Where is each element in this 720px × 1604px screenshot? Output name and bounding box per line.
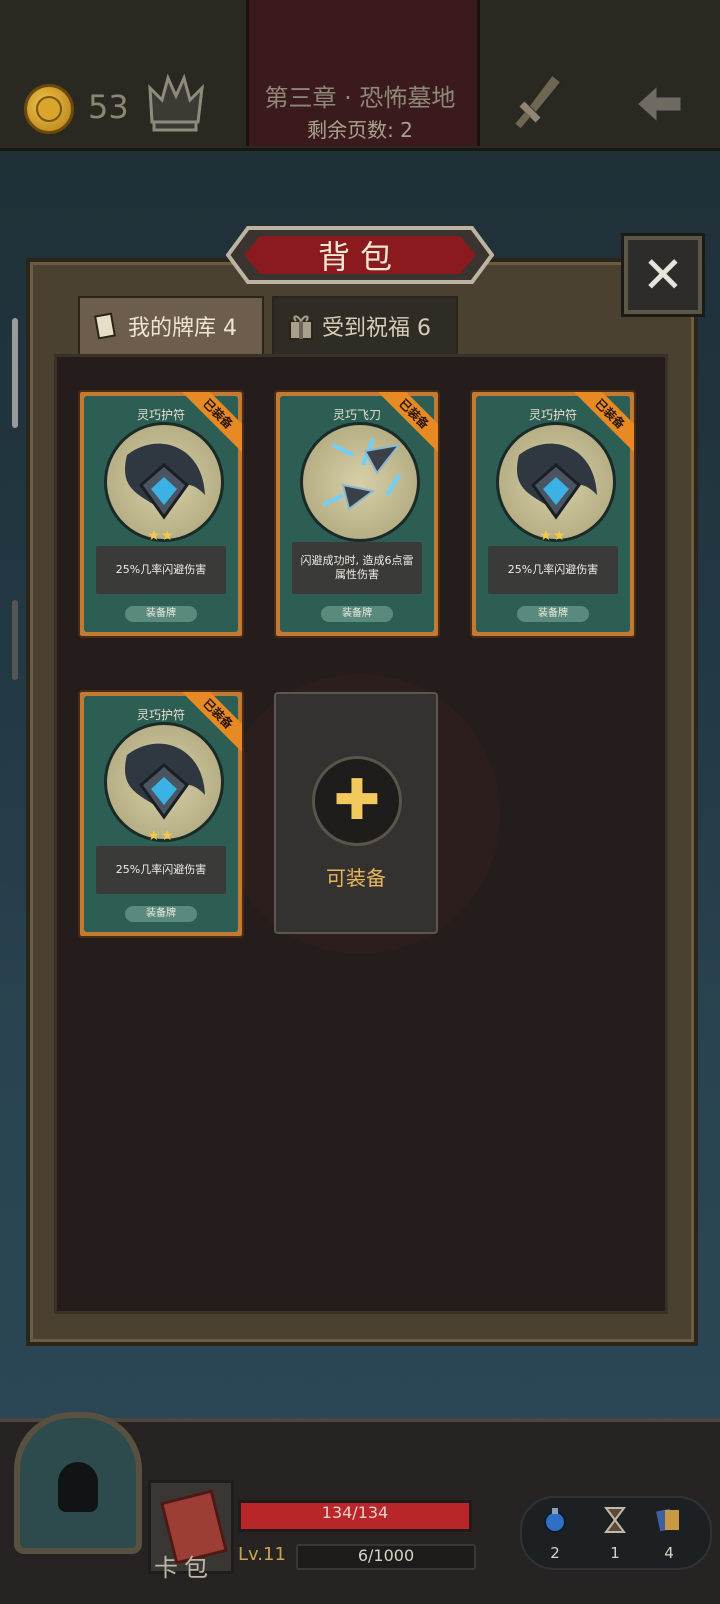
avatar[interactable] <box>14 1412 142 1554</box>
card-item[interactable]: 灵巧护符 ★★ 25%几率闪避伤害 装备牌 已装备 <box>78 690 244 938</box>
pages-left: 剩余页数: 2 <box>307 118 413 142</box>
back-arrow-icon[interactable] <box>632 80 686 128</box>
close-icon: ✕ <box>642 246 684 304</box>
tab-my-deck[interactable]: 我的牌库 4 <box>78 296 264 356</box>
bag-title: 背包 <box>317 238 402 276</box>
level-label: Lv.11 <box>238 1544 286 1565</box>
hooded-character-icon <box>58 1462 98 1512</box>
tab-blessings[interactable]: 受到祝福 6 <box>272 296 458 356</box>
star-rating: ★★ <box>147 828 175 844</box>
cards-count: 4 <box>664 1544 674 1562</box>
card-type: 装备牌 <box>125 906 197 922</box>
hourglass-icon[interactable] <box>602 1506 628 1534</box>
card-item[interactable]: 灵巧飞刀 闪避成功时, 造成6点雷属性伤害 装备牌 已装备 <box>274 390 440 638</box>
card-bag-label: 卡包 <box>154 1554 214 1582</box>
cards-icon <box>94 312 116 340</box>
card-description: 闪避成功时, 造成6点雷属性伤害 <box>300 554 414 581</box>
tab-label: 我的牌库 4 <box>128 316 237 341</box>
card-type: 装备牌 <box>125 606 197 622</box>
hp-text: 134/134 <box>321 1503 389 1522</box>
equip-slot[interactable]: ✚ 可装备 <box>274 692 438 934</box>
card-description: 25%几率闪避伤害 <box>115 563 207 576</box>
scroll-indicator <box>12 600 18 680</box>
xp-text: 6/1000 <box>357 1546 415 1565</box>
gold-coin-icon <box>24 84 74 134</box>
throwing-knife-icon <box>300 422 420 542</box>
amulet-icon <box>496 422 616 542</box>
star-rating: ★★ <box>539 528 567 544</box>
potion-icon[interactable] <box>542 1506 568 1534</box>
hourglass-count: 1 <box>610 1544 620 1562</box>
card-type: 装备牌 <box>321 606 393 622</box>
gold-count: 53 <box>88 88 129 126</box>
plus-icon: ✚ <box>312 756 402 846</box>
star-rating: ★★ <box>147 528 175 544</box>
card-item[interactable]: 灵巧护符 ★★ 25%几率闪避伤害 装备牌 已装备 <box>78 390 244 638</box>
close-button[interactable]: ✕ <box>624 236 702 314</box>
amulet-icon <box>104 722 224 842</box>
card-item[interactable]: 灵巧护符 ★★ 25%几率闪避伤害 装备牌 已装备 <box>470 390 636 638</box>
crown-icon[interactable] <box>146 70 204 136</box>
resource-panel: 2 1 4 <box>520 1496 712 1570</box>
top-bar: 53 第三章 · 恐怖墓地 剩余页数: 2 <box>0 0 720 151</box>
amulet-icon <box>104 422 224 542</box>
tab-label: 受到祝福 6 <box>322 316 431 341</box>
cards-icon[interactable] <box>656 1506 682 1534</box>
chapter-title: 第三章 · 恐怖墓地 <box>264 84 456 112</box>
potion-count: 2 <box>550 1544 560 1562</box>
card-description: 25%几率闪避伤害 <box>507 563 599 576</box>
scroll-indicator <box>12 318 18 428</box>
card-type: 装备牌 <box>517 606 589 622</box>
card-description: 25%几率闪避伤害 <box>115 863 207 876</box>
gift-icon <box>289 315 313 340</box>
sword-icon[interactable] <box>512 70 566 134</box>
equip-slot-label: 可装备 <box>326 866 386 890</box>
